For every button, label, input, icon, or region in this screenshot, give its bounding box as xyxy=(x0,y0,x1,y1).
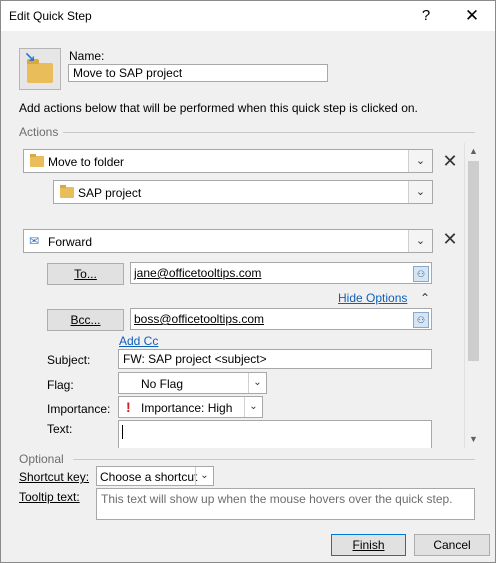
intro-text: Add actions below that will be performed… xyxy=(19,101,418,115)
shortcut-key-label: Shortcut key: xyxy=(19,470,89,484)
optional-divider xyxy=(73,459,475,460)
address-book-icon[interactable]: ⚇ xyxy=(413,312,429,328)
importance-high-icon: ! xyxy=(126,399,131,415)
cancel-button[interactable]: Cancel xyxy=(414,534,490,556)
chevron-down-icon[interactable]: ⌄ xyxy=(408,181,432,203)
tooltip-text-field[interactable]: This text will show up when the mouse ho… xyxy=(96,488,475,520)
scroll-thumb[interactable] xyxy=(468,161,479,361)
forward-mail-icon: ✉ xyxy=(29,234,40,248)
hide-options-link[interactable]: Hide Options xyxy=(338,291,407,305)
scroll-down-icon[interactable]: ▼ xyxy=(465,431,482,448)
folder-select-combo[interactable]: SAP project ⌄ xyxy=(53,180,433,204)
actions-scrollbar[interactable]: ▲ ▼ xyxy=(464,143,481,448)
title-bar: Edit Quick Step ? ✕ xyxy=(1,1,495,31)
actions-section-label: Actions xyxy=(19,125,59,139)
subject-label: Subject: xyxy=(47,353,91,367)
help-icon[interactable]: ? xyxy=(403,1,449,31)
edit-quick-step-dialog: Edit Quick Step ? ✕ ↘ Name: Move to SAP … xyxy=(0,0,496,563)
flag-label: Flag: xyxy=(47,378,74,392)
subject-field[interactable]: FW: SAP project <subject> xyxy=(118,349,432,369)
move-to-folder-combo[interactable]: Move to folder ⌄ xyxy=(23,149,433,173)
importance-label: Importance: xyxy=(47,402,111,416)
chevron-down-icon[interactable]: ⌄ xyxy=(408,150,432,172)
bcc-value: boss@officetooltips.com xyxy=(134,312,265,326)
text-field[interactable] xyxy=(118,420,432,448)
collapse-icon[interactable]: ⌃ xyxy=(420,291,430,305)
scroll-up-icon[interactable]: ▲ xyxy=(465,143,482,160)
bcc-button[interactable]: Bcc... xyxy=(47,309,124,331)
chevron-down-icon[interactable]: ⌄ xyxy=(248,373,266,393)
importance-value: Importance: High xyxy=(141,401,233,415)
tooltip-text-label-text: Tooltip text: xyxy=(19,490,80,504)
forward-action-combo[interactable]: ✉ Forward ⌄ xyxy=(23,229,433,253)
window-title: Edit Quick Step xyxy=(9,9,92,23)
name-label: Name: xyxy=(69,49,105,63)
move-action-label: Move to folder xyxy=(48,155,125,169)
forward-action-label: Forward xyxy=(48,235,93,249)
shortcut-key-label-text: Shortcut key: xyxy=(19,470,90,484)
folder-icon xyxy=(27,59,53,83)
shortcut-select[interactable]: Choose a shortcut ⌄ xyxy=(96,466,214,486)
text-label: Text: xyxy=(47,422,73,436)
chevron-down-icon[interactable]: ⌄ xyxy=(244,397,262,417)
shortcut-value: Choose a shortcut xyxy=(100,470,198,484)
folder-icon xyxy=(60,185,74,198)
folder-move-icon[interactable]: ↘ xyxy=(19,48,61,90)
name-field[interactable]: Move to SAP project xyxy=(68,64,328,82)
address-book-icon[interactable]: ⚇ xyxy=(413,266,429,282)
delete-forward-action-icon[interactable]: ✕ xyxy=(440,229,460,249)
tooltip-text-label: Tooltip text: xyxy=(19,490,80,504)
add-cc-link[interactable]: Add Cc xyxy=(119,334,158,348)
to-value: jane@officetooltips.com xyxy=(134,266,262,280)
chevron-down-icon[interactable]: ⌄ xyxy=(408,230,432,252)
folder-value: SAP project xyxy=(78,186,142,200)
chevron-down-icon[interactable]: ⌄ xyxy=(195,467,213,485)
actions-divider xyxy=(63,132,475,133)
bcc-field[interactable]: boss@officetooltips.com ⚇ xyxy=(130,308,432,330)
text-caret xyxy=(122,425,123,439)
optional-section-label: Optional xyxy=(19,452,64,466)
folder-icon xyxy=(30,154,44,167)
flag-select[interactable]: No Flag ⌄ xyxy=(118,372,267,394)
bcc-button-label: Bcc... xyxy=(70,313,101,327)
to-button-label: To... xyxy=(74,267,97,281)
importance-select[interactable]: ! Importance: High ⌄ xyxy=(118,396,263,418)
finish-button[interactable]: Finish xyxy=(331,534,406,556)
arrow-icon: ↘ xyxy=(24,49,36,65)
to-button[interactable]: To... xyxy=(47,263,124,285)
close-icon[interactable]: ✕ xyxy=(449,1,495,31)
flag-value: No Flag xyxy=(141,377,184,391)
delete-move-action-icon[interactable]: ✕ xyxy=(440,151,460,171)
finish-button-label: Finish xyxy=(352,538,385,552)
to-field[interactable]: jane@officetooltips.com ⚇ xyxy=(130,262,432,284)
